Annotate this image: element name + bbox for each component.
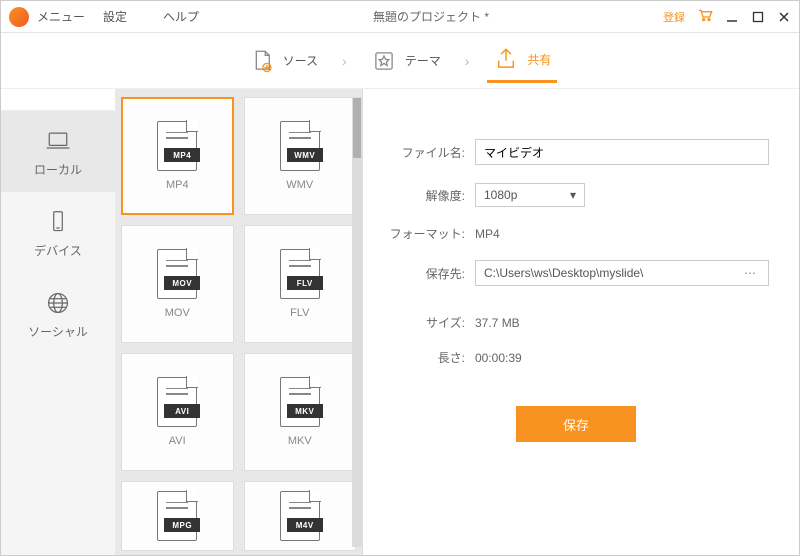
chevron-icon: ›: [465, 53, 470, 69]
filename-input[interactable]: [475, 139, 769, 165]
saveto-path[interactable]: C:\Users\ws\Desktop\myslide\ ⋯: [475, 260, 769, 286]
length-value: 00:00:39: [475, 351, 522, 365]
resolution-select[interactable]: 1080p ▾: [475, 183, 585, 207]
sidebar-device-label: デバイス: [34, 242, 82, 259]
save-button[interactable]: 保存: [516, 406, 636, 442]
project-title: 無題のプロジェクト *: [199, 8, 663, 25]
format-label: AVI: [169, 435, 186, 447]
format-tile-flv[interactable]: FLV FLV: [244, 225, 357, 343]
close-button[interactable]: [777, 10, 791, 24]
filename-label: ファイル名:: [383, 144, 475, 161]
resolution-label: 解像度:: [383, 187, 475, 204]
format-label: MOV: [165, 307, 190, 319]
sidebar-item-local[interactable]: ローカル: [1, 111, 115, 192]
browse-button[interactable]: ⋯: [740, 266, 760, 280]
sidebar-item-device[interactable]: デバイス: [1, 192, 115, 273]
size-label: サイズ:: [383, 314, 475, 331]
file-icon: MOV: [157, 249, 197, 299]
register-link[interactable]: 登録: [663, 9, 685, 25]
dropdown-icon: ▾: [570, 188, 576, 202]
format-tile-mov[interactable]: MOV MOV: [121, 225, 234, 343]
resolution-value: 1080p: [484, 188, 517, 202]
file-icon: M4V: [280, 491, 320, 541]
menu-settings[interactable]: 設定: [103, 8, 127, 25]
globe-icon: [44, 291, 72, 315]
file-icon: MKV: [280, 377, 320, 427]
saveto-label: 保存先:: [383, 265, 475, 282]
saveto-value: C:\Users\ws\Desktop\myslide\: [484, 266, 643, 280]
sidebar-top-spacer: [1, 89, 115, 111]
app-logo: [9, 7, 29, 27]
menu-help[interactable]: ヘルプ: [163, 8, 199, 25]
format-tile-mkv[interactable]: MKV MKV: [244, 353, 357, 471]
laptop-icon: [44, 129, 72, 153]
file-icon: MPG: [157, 491, 197, 541]
format-label: FLV: [290, 307, 309, 319]
sidebar-social-label: ソーシャル: [28, 323, 88, 340]
format-tile-m4v[interactable]: M4V: [244, 481, 357, 551]
size-value: 37.7 MB: [475, 316, 520, 330]
step-share-label: 共有: [527, 51, 551, 68]
sidebar-item-social[interactable]: ソーシャル: [1, 273, 115, 354]
phone-icon: [44, 210, 72, 234]
cart-icon[interactable]: [697, 8, 713, 25]
format-label: MP4: [166, 179, 189, 191]
scrollbar[interactable]: [352, 97, 362, 547]
format-label: WMV: [286, 179, 313, 191]
format-tile-wmv[interactable]: WMV WMV: [244, 97, 357, 215]
step-share[interactable]: 共有: [487, 38, 557, 83]
file-icon: WMV: [280, 121, 320, 171]
maximize-button[interactable]: [751, 10, 765, 24]
menu-menu[interactable]: メニュー: [37, 8, 85, 25]
step-source[interactable]: ソース: [243, 40, 324, 82]
chevron-icon: ›: [342, 53, 347, 69]
step-source-label: ソース: [283, 52, 318, 69]
format-tile-mpg[interactable]: MPG: [121, 481, 234, 551]
step-theme-label: テーマ: [405, 52, 441, 69]
format-tile-mp4[interactable]: MP4 MP4: [121, 97, 234, 215]
format-label: フォーマット:: [383, 225, 475, 242]
format-tile-avi[interactable]: AVI AVI: [121, 353, 234, 471]
file-icon: FLV: [280, 249, 320, 299]
format-value: MP4: [475, 227, 500, 241]
file-icon: MP4: [157, 121, 197, 171]
sidebar-local-label: ローカル: [34, 161, 82, 178]
step-theme[interactable]: テーマ: [365, 40, 447, 82]
length-label: 長さ:: [383, 349, 475, 366]
file-icon: AVI: [157, 377, 197, 427]
format-label: MKV: [288, 435, 312, 447]
minimize-button[interactable]: [725, 10, 739, 24]
